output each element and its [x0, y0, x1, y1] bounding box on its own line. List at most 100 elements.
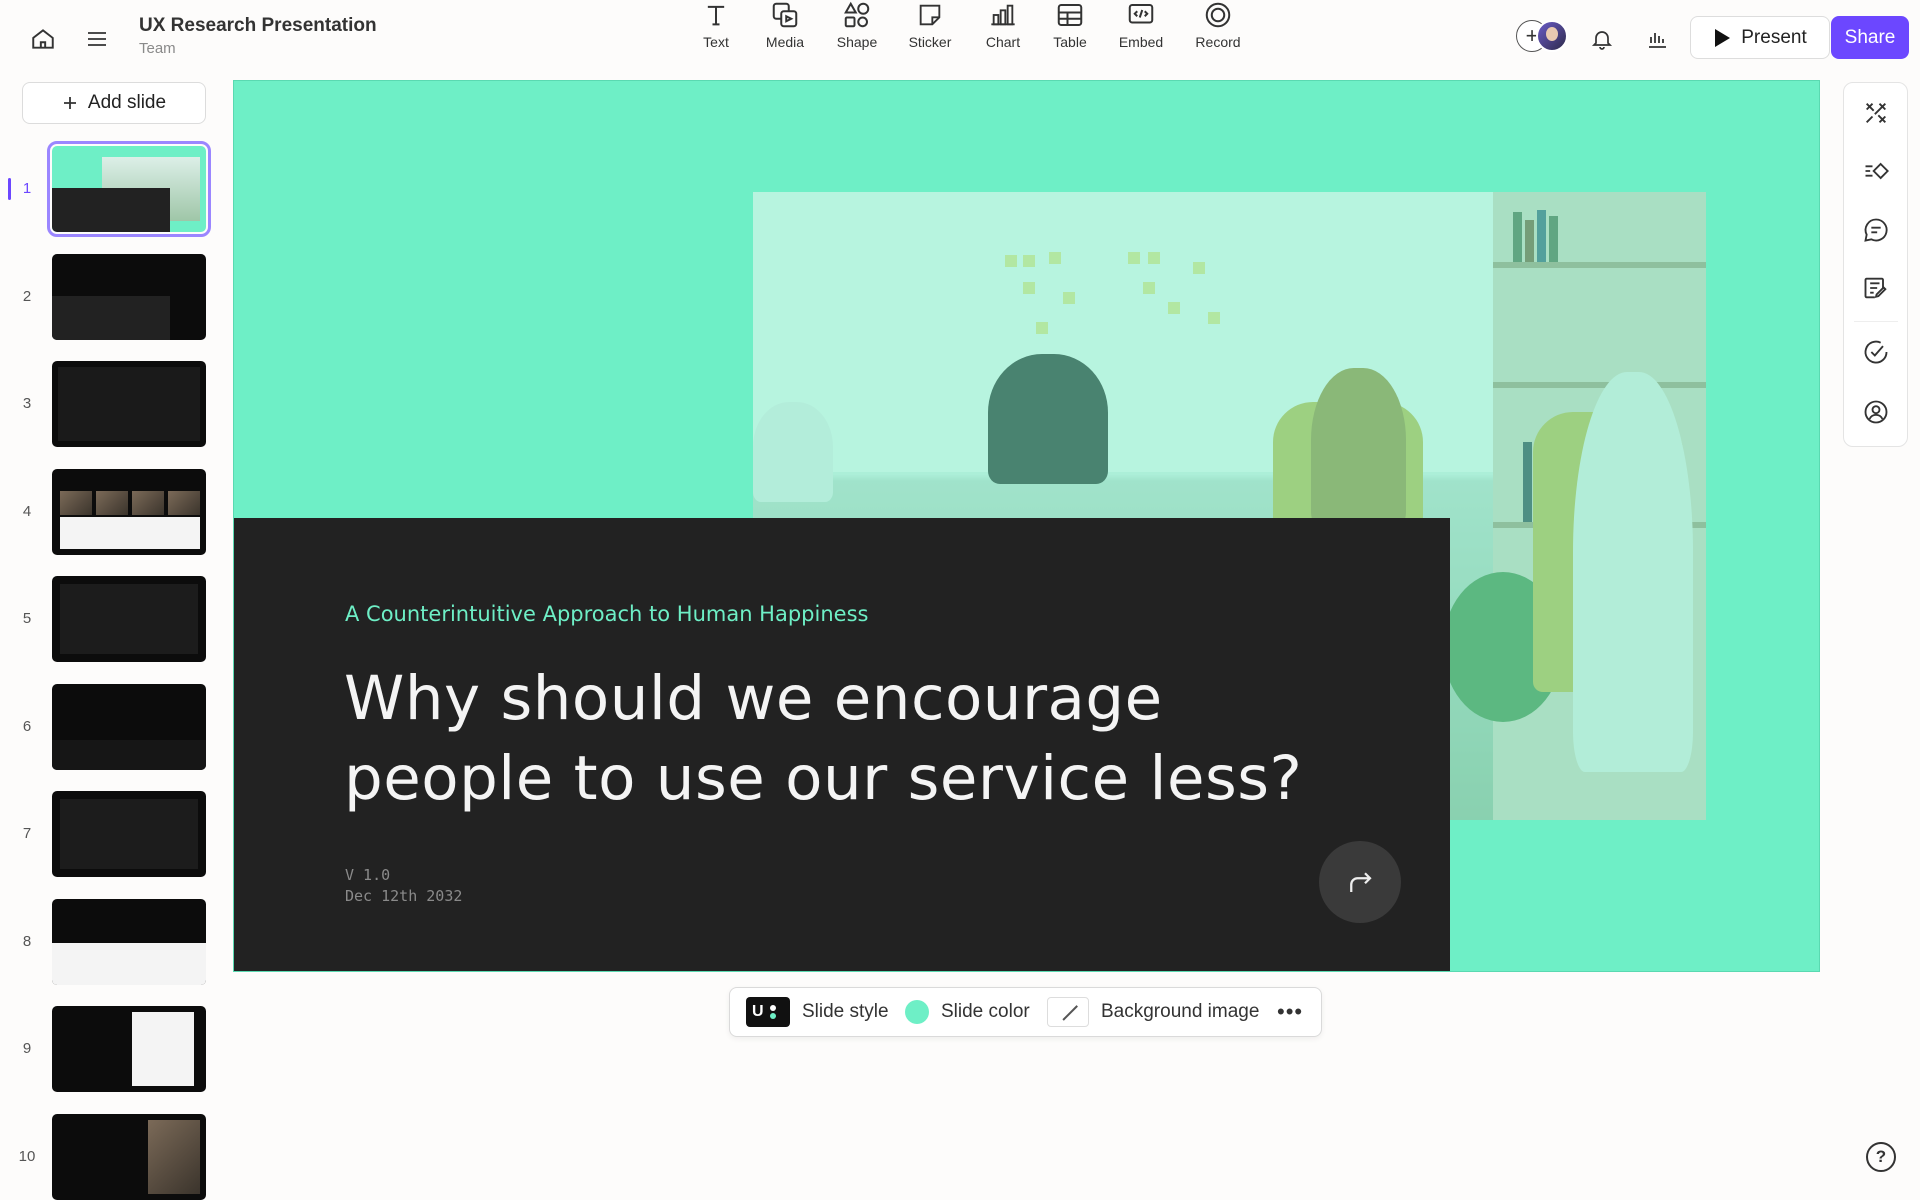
plus-icon — [63, 97, 76, 109]
checklist-button[interactable] — [1859, 335, 1893, 369]
play-icon — [1715, 28, 1731, 47]
bell-icon — [1591, 31, 1613, 50]
record-icon — [1205, 2, 1231, 28]
slide-thumbnail-8[interactable] — [52, 899, 206, 985]
slide-thumbnail-3[interactable] — [52, 361, 206, 447]
rail-divider — [1854, 321, 1898, 322]
slide-thumbnail-6[interactable] — [52, 684, 206, 770]
tool-label: Record — [1195, 34, 1241, 50]
slide-meta[interactable]: V 1.0 Dec 12th 2032 — [345, 865, 462, 907]
embed-icon — [1128, 4, 1154, 24]
thumbnail-photo — [60, 491, 92, 515]
slide-number: 8 — [22, 933, 32, 950]
analytics-icon — [1649, 33, 1666, 48]
tool-text[interactable]: Text — [681, 0, 751, 50]
menu-button[interactable] — [80, 22, 114, 56]
tool-label: Table — [1053, 34, 1087, 50]
more-options-button[interactable]: ••• — [1277, 988, 1303, 1036]
thumbnail-cards — [60, 517, 200, 549]
forward-arrow-icon — [1350, 872, 1372, 892]
slide-date: Dec 12th 2032 — [345, 887, 463, 905]
slide-color-button[interactable]: Slide color — [905, 988, 1030, 1036]
help-button[interactable]: ? — [1866, 1142, 1896, 1172]
comments-button[interactable] — [1859, 213, 1893, 247]
analytics-button[interactable] — [1640, 22, 1674, 56]
slide-thumbnail-9[interactable] — [52, 1006, 206, 1092]
slide-number: 10 — [18, 1148, 36, 1165]
tool-embed[interactable]: Embed — [1106, 0, 1176, 50]
slide-subtitle[interactable]: A Counterintuitive Approach to Human Hap… — [345, 602, 868, 626]
background-image-button[interactable]: Background image — [1047, 988, 1259, 1036]
slide-number: 6 — [22, 718, 32, 735]
chart-icon — [991, 4, 1015, 26]
thumbnail-cards — [132, 1012, 194, 1086]
account-button[interactable] — [1859, 395, 1893, 429]
slide-thumbnail-1[interactable] — [47, 141, 211, 237]
active-slide-indicator — [8, 178, 11, 200]
animations-button[interactable] — [1859, 154, 1893, 188]
slide-thumbnail-7[interactable] — [52, 791, 206, 877]
tool-media[interactable]: Media — [750, 0, 820, 50]
slide-number: 3 — [22, 395, 32, 412]
present-button[interactable]: Present — [1690, 16, 1830, 59]
hamburger-icon — [88, 32, 106, 46]
tool-shape[interactable]: Shape — [822, 0, 892, 50]
design-button[interactable] — [1859, 96, 1893, 130]
slide-style-button[interactable]: U Slide style — [746, 988, 889, 1036]
add-slide-label: Add slide — [87, 92, 167, 113]
tool-label: Text — [703, 34, 729, 50]
thumbnail-panel — [52, 740, 206, 770]
home-icon — [32, 29, 54, 49]
tool-label: Sticker — [908, 34, 952, 50]
home-button[interactable] — [26, 22, 60, 56]
slide-toolbar: U Slide style Slide color Background ima… — [729, 987, 1322, 1037]
user-circle-icon — [1864, 400, 1888, 424]
share-button[interactable]: Share — [1831, 16, 1909, 59]
slide-color-swatch — [905, 1000, 929, 1024]
thumbnail-panel — [52, 188, 170, 232]
check-circle-icon — [1864, 340, 1888, 364]
thumbnail-photo — [132, 491, 164, 515]
add-slide-button[interactable]: Add slide — [22, 82, 206, 124]
slide-title[interactable]: Why should we encourage people to use ou… — [344, 659, 1344, 819]
slide-number: 4 — [22, 503, 32, 520]
slide-thumbnail-10[interactable] — [52, 1114, 206, 1200]
comment-icon — [1864, 218, 1888, 242]
collaborators: + — [1516, 20, 1570, 54]
document-title[interactable]: UX Research Presentation — [139, 15, 377, 37]
tool-record[interactable]: Record — [1183, 0, 1253, 50]
slide-number: 7 — [22, 825, 32, 842]
slide-number: 1 — [22, 180, 32, 197]
background-image-icon — [1047, 997, 1089, 1027]
slide-canvas[interactable]: A Counterintuitive Approach to Human Hap… — [233, 80, 1820, 972]
slide-color-label: Slide color — [941, 1001, 1030, 1022]
slide-share-button[interactable] — [1319, 841, 1401, 923]
media-icon — [772, 2, 798, 28]
tool-label: Media — [765, 34, 805, 50]
style-badge-letter: U — [752, 1003, 764, 1020]
text-icon — [707, 5, 725, 26]
document-workspace[interactable]: Team — [139, 40, 176, 57]
shape-icon — [844, 1, 870, 28]
thumbnail-panel — [60, 584, 198, 654]
tool-table[interactable]: Table — [1035, 0, 1105, 50]
slide-thumbnail-5[interactable] — [52, 576, 206, 662]
tool-chart[interactable]: Chart — [968, 0, 1038, 50]
background-image-label: Background image — [1101, 1001, 1260, 1022]
notes-icon — [1864, 277, 1887, 299]
slide-thumbnail-2[interactable] — [52, 254, 206, 340]
sticker-icon — [919, 4, 941, 26]
design-tools-icon — [1866, 103, 1886, 123]
notifications-button[interactable] — [1585, 22, 1619, 56]
animation-icon — [1865, 162, 1889, 180]
tool-sticker[interactable]: Sticker — [895, 0, 965, 50]
thumbnail-cards — [52, 943, 206, 985]
tool-label: Chart — [985, 34, 1021, 50]
avatar[interactable] — [1536, 20, 1568, 52]
thumbnail-panel — [60, 799, 198, 869]
present-label: Present — [1741, 26, 1807, 48]
top-bar: UX Research Presentation Team Text Media… — [0, 0, 1920, 76]
slide-thumbnail-4[interactable] — [52, 469, 206, 555]
notes-button[interactable] — [1859, 271, 1893, 305]
table-icon — [1057, 4, 1083, 26]
